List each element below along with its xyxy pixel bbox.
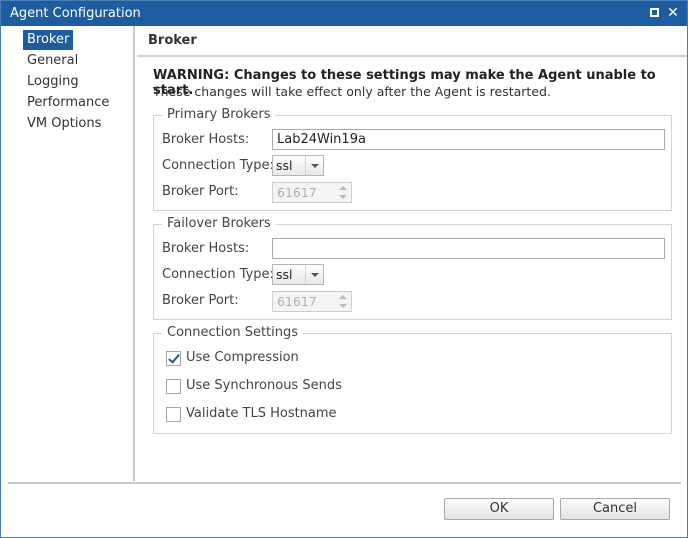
footer-divider — [8, 482, 681, 484]
connection-settings-legend: Connection Settings — [162, 325, 304, 340]
connection-settings-group: Connection Settings Use Compression Use … — [153, 325, 672, 434]
validate-tls-hostname-checkbox[interactable] — [166, 407, 181, 422]
chevron-down-icon[interactable] — [305, 156, 323, 175]
primary-broker-port-value: 61617 — [277, 185, 317, 200]
primary-broker-port-spinner[interactable]: 61617 — [272, 182, 352, 203]
nav-item-general[interactable]: General — [23, 51, 82, 71]
use-compression-checkbox[interactable] — [166, 351, 181, 366]
section-header: Broker — [137, 26, 687, 57]
primary-connection-type-value: ssl — [276, 158, 293, 173]
agent-configuration-dialog: Agent Configuration ✕ Broker General Log… — [0, 0, 688, 538]
nav-item-logging[interactable]: Logging — [23, 72, 83, 92]
ok-button[interactable]: OK — [444, 498, 554, 520]
warning-subtext: These changes will take effect only afte… — [153, 84, 551, 99]
use-synchronous-sends-label: Use Synchronous Sends — [186, 378, 342, 393]
maximize-icon[interactable] — [649, 7, 661, 19]
failover-connection-type-label: Connection Type: — [162, 267, 274, 282]
failover-broker-port-label: Broker Port: — [162, 293, 239, 308]
spin-down-icon[interactable] — [336, 302, 350, 311]
cancel-button[interactable]: Cancel — [560, 498, 670, 520]
failover-broker-hosts-label: Broker Hosts: — [162, 241, 250, 256]
use-synchronous-sends-checkbox[interactable] — [166, 379, 181, 394]
nav-item-broker[interactable]: Broker — [23, 30, 74, 50]
primary-connection-type-label: Connection Type: — [162, 158, 274, 173]
primary-broker-port-label: Broker Port: — [162, 184, 239, 199]
failover-brokers-legend: Failover Brokers — [162, 216, 276, 231]
spin-up-icon[interactable] — [336, 184, 350, 193]
failover-broker-hosts-input[interactable] — [272, 238, 665, 259]
spin-up-icon[interactable] — [336, 293, 350, 302]
spin-down-icon[interactable] — [336, 193, 350, 202]
validate-tls-hostname-label: Validate TLS Hostname — [186, 406, 337, 421]
primary-broker-hosts-label: Broker Hosts: — [162, 132, 250, 147]
settings-nav: Broker General Logging Performance VM Op… — [1, 26, 135, 481]
failover-broker-port-spinner[interactable]: 61617 — [272, 291, 352, 312]
close-icon[interactable]: ✕ — [667, 6, 679, 20]
failover-connection-type-select[interactable]: ssl — [272, 264, 324, 285]
primary-brokers-legend: Primary Brokers — [162, 107, 276, 122]
failover-brokers-group: Failover Brokers Broker Hosts: Connectio… — [153, 216, 672, 320]
use-compression-label: Use Compression — [186, 350, 299, 365]
section-title: Broker — [148, 33, 197, 48]
window-title: Agent Configuration — [10, 6, 141, 21]
failover-broker-port-value: 61617 — [277, 294, 317, 309]
nav-item-performance[interactable]: Performance — [23, 93, 113, 113]
primary-connection-type-select[interactable]: ssl — [272, 155, 324, 176]
primary-brokers-group: Primary Brokers Broker Hosts: Lab24Win19… — [153, 107, 672, 211]
nav-item-vm-options[interactable]: VM Options — [23, 114, 105, 134]
chevron-down-icon[interactable] — [305, 265, 323, 284]
title-bar: Agent Configuration ✕ — [1, 1, 687, 26]
failover-connection-type-value: ssl — [276, 267, 293, 282]
primary-broker-hosts-input[interactable]: Lab24Win19a — [272, 129, 665, 150]
